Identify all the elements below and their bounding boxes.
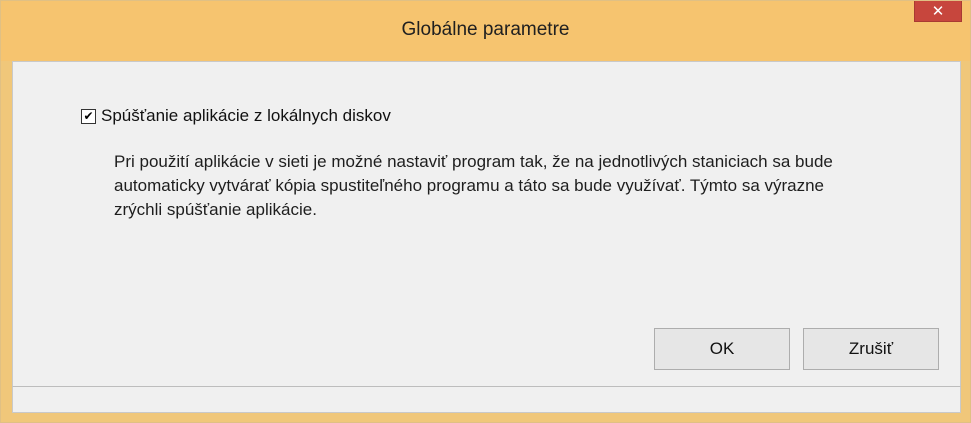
checkmark-icon: ✔ — [83, 109, 94, 123]
status-bar — [12, 386, 961, 410]
close-icon: ✕ — [931, 3, 945, 20]
option-description: Pri použití aplikácie v sieti je možné n… — [114, 152, 833, 219]
window-title: Globálne parametre — [401, 19, 570, 40]
dialog-window: Globálne parametre ✕ ✔ Spúšťanie aplikác… — [0, 0, 971, 423]
title-bar[interactable]: Globálne parametre ✕ — [1, 1, 970, 61]
local-disk-launch-checkbox[interactable]: ✔ — [81, 108, 96, 124]
local-disk-launch-option[interactable]: ✔ Spúšťanie aplikácie z lokálnych diskov — [81, 106, 391, 126]
close-button[interactable]: ✕ — [914, 1, 962, 22]
local-disk-launch-label[interactable]: Spúšťanie aplikácie z lokálnych diskov — [101, 106, 391, 126]
ok-button[interactable]: OK — [654, 328, 790, 370]
dialog-content: ✔ Spúšťanie aplikácie z lokálnych diskov… — [12, 61, 961, 413]
cancel-button[interactable]: Zrušiť — [803, 328, 939, 370]
